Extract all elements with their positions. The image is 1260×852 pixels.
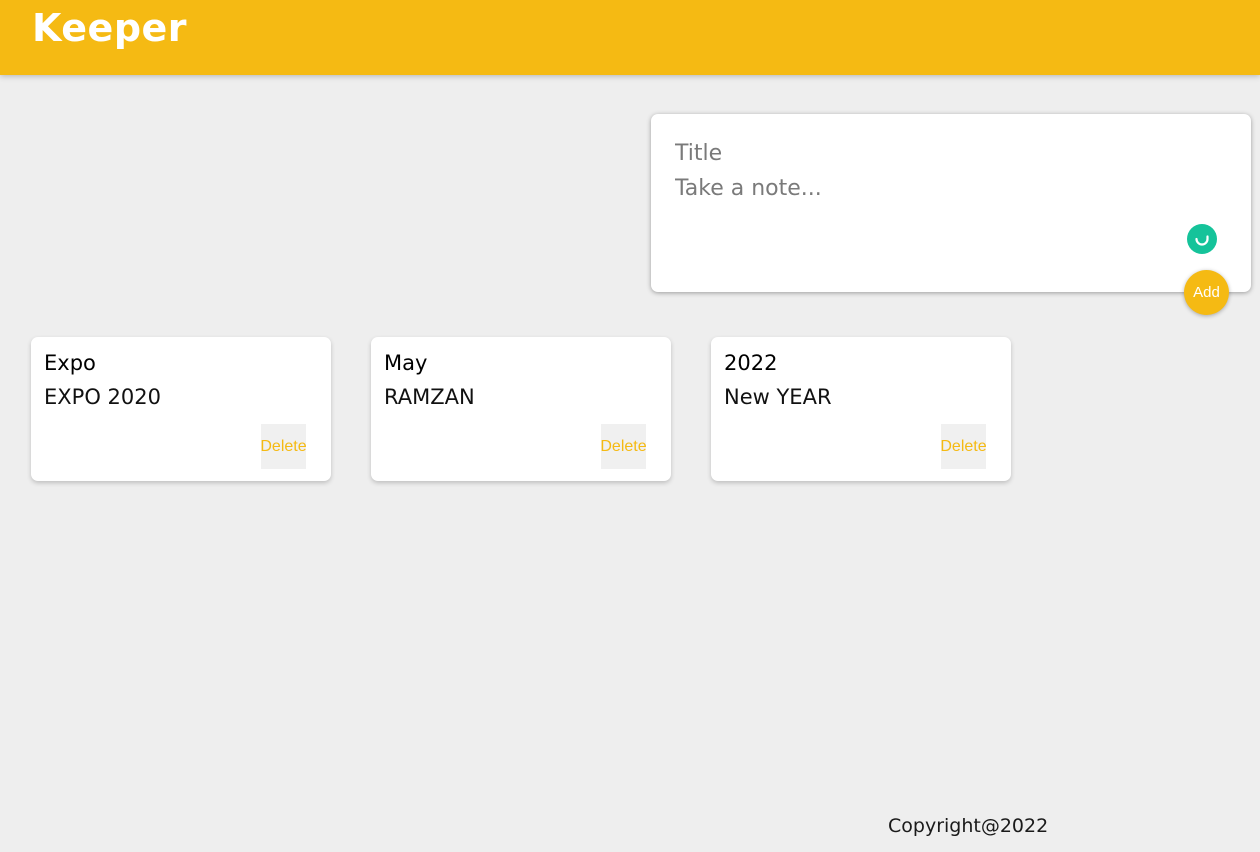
note-title: 2022 [724,351,778,375]
delete-note-button[interactable]: Delete [600,424,647,469]
add-note-button[interactable]: Add [1184,270,1229,315]
note-content: RAMZAN [384,385,475,409]
app-title: Keeper [32,6,188,50]
note-title: May [384,351,428,375]
note-content-input[interactable] [675,176,1215,210]
app-header: Keeper [0,0,1260,75]
note-card: Expo EXPO 2020 Delete [31,337,331,481]
note-title: Expo [44,351,96,375]
note-card: 2022 New YEAR Delete [711,337,1011,481]
note-title-input[interactable] [675,138,1215,168]
note-card: May RAMZAN Delete [371,337,671,481]
delete-note-button[interactable]: Delete [260,424,307,469]
create-note-form [651,114,1251,292]
note-content: EXPO 2020 [44,385,161,409]
delete-note-button[interactable]: Delete [940,424,987,469]
grammarly-icon[interactable] [1187,224,1217,254]
note-content: New YEAR [724,385,832,409]
footer-copyright: Copyright@2022 [888,815,1049,837]
